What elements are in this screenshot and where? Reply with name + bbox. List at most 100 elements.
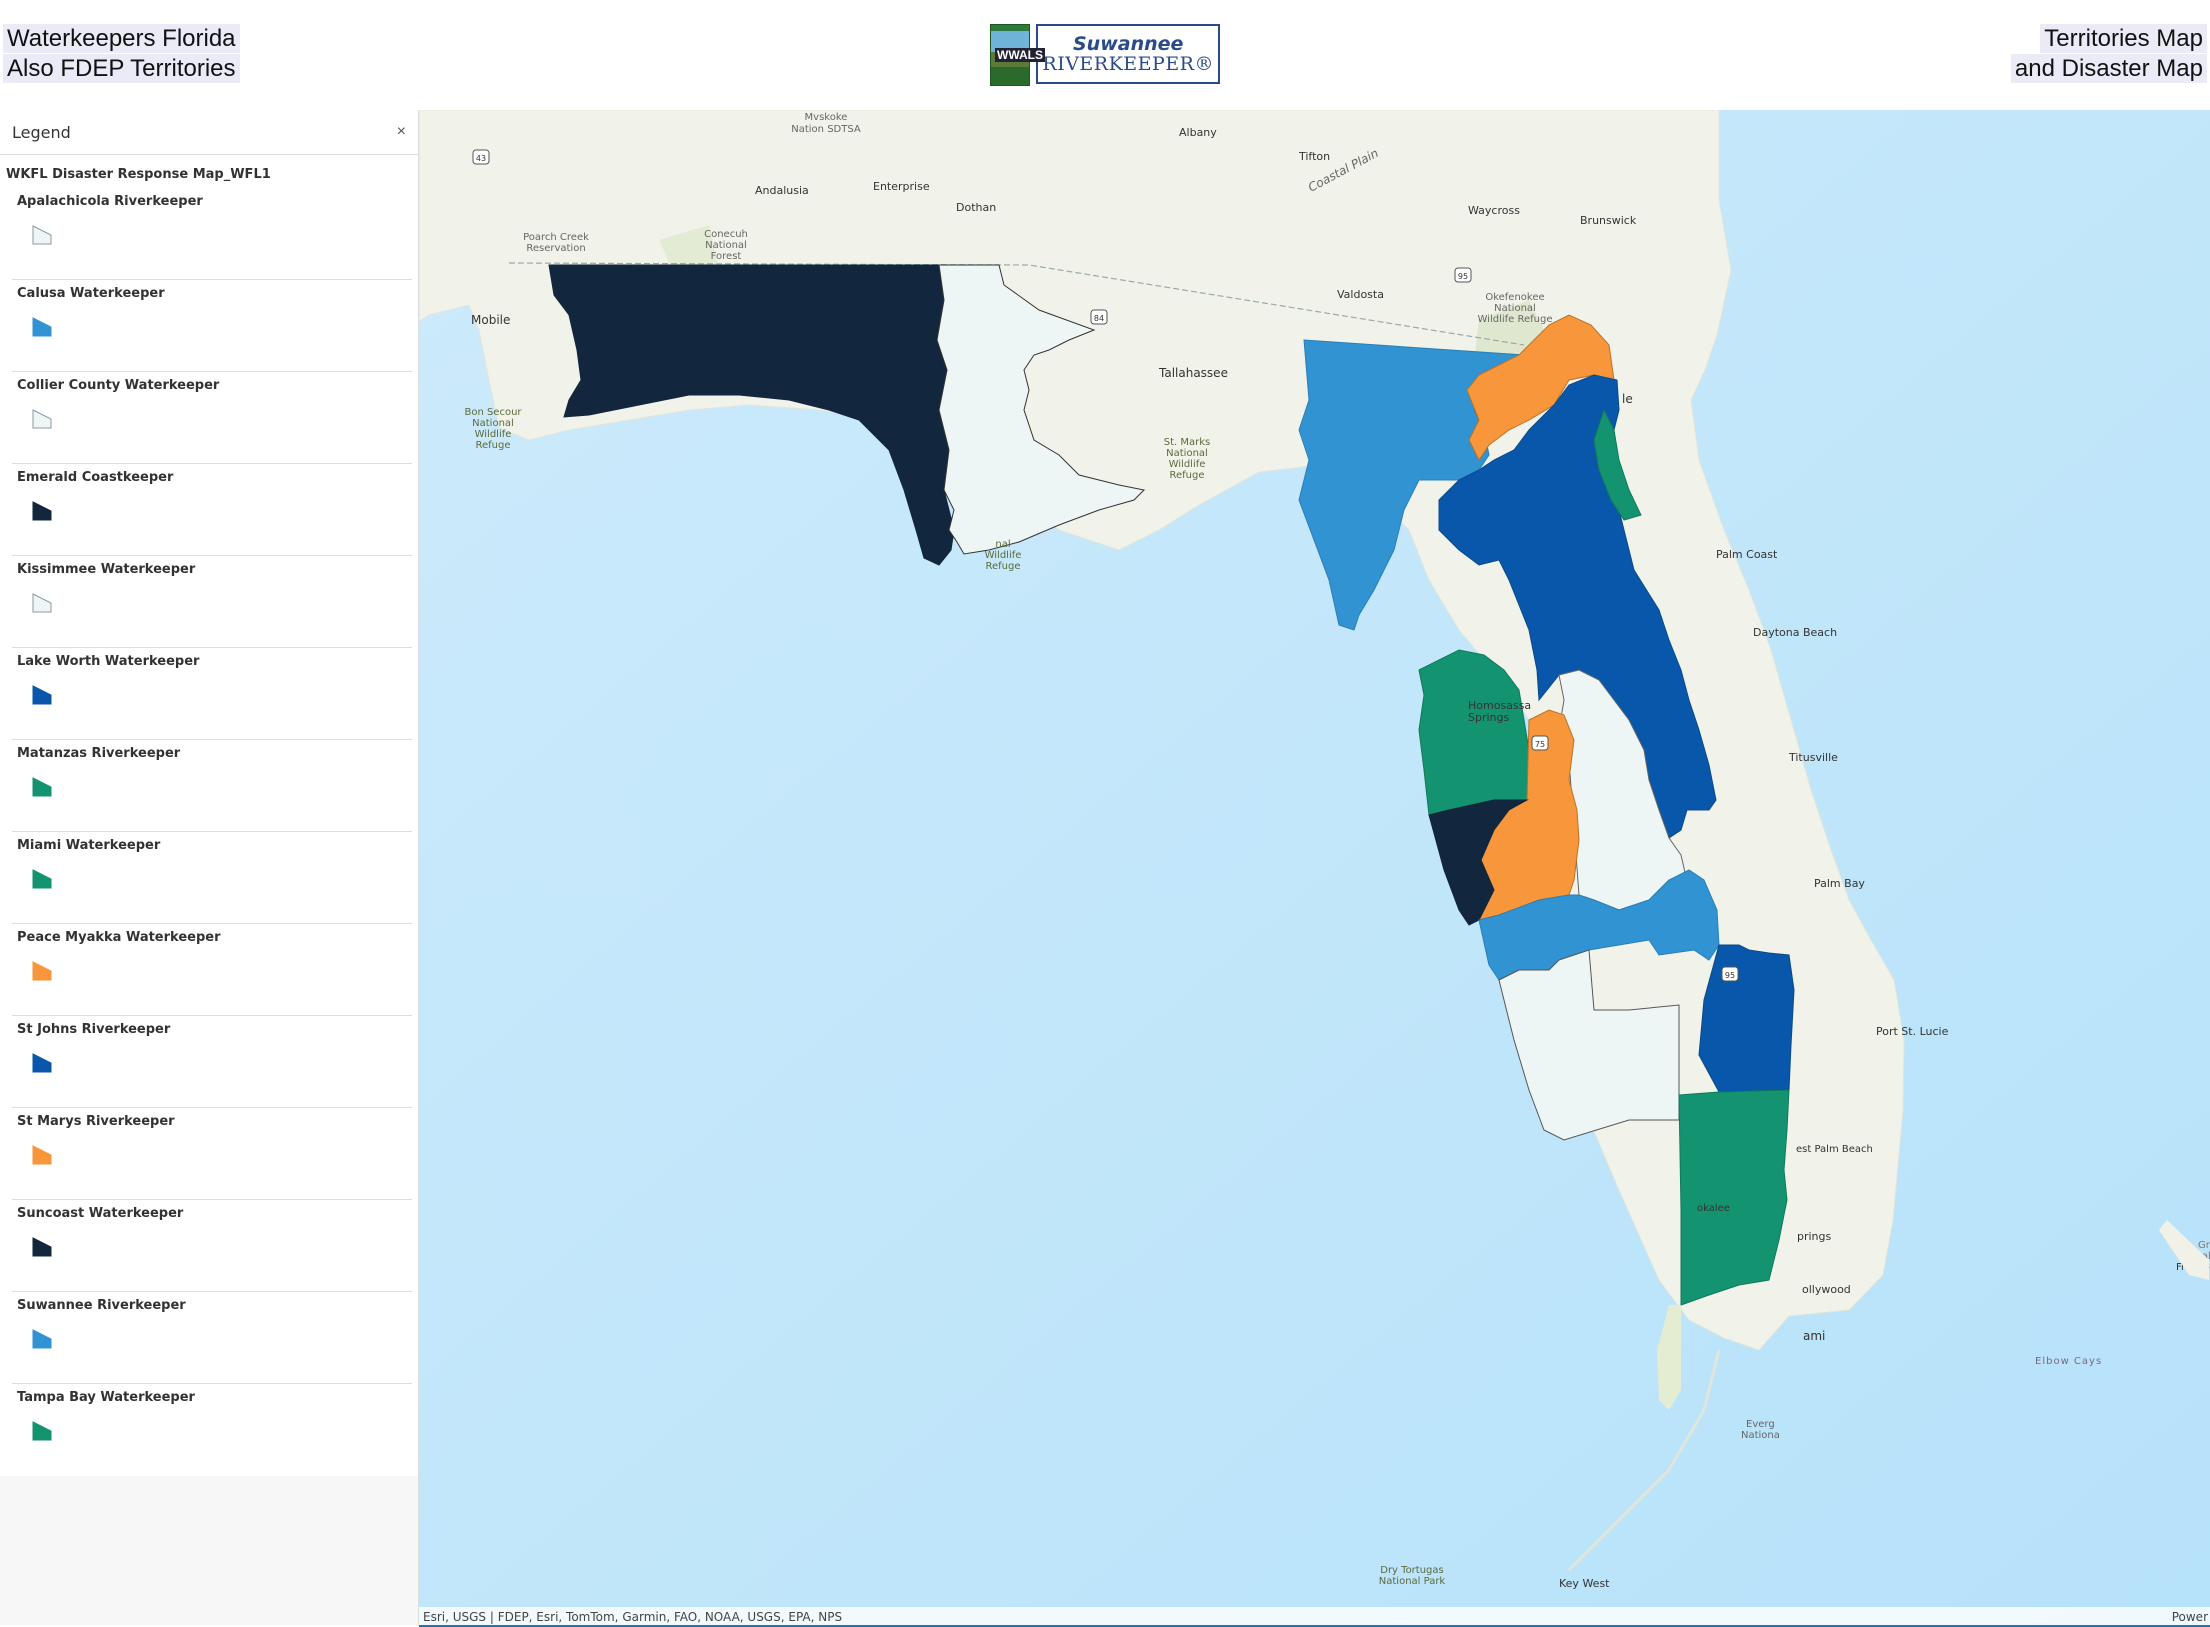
legend-item: Peace Myakka Waterkeeper	[12, 924, 412, 1016]
legend-items: Apalachicola Riverkeeper Calusa Waterkeep…	[0, 188, 418, 1476]
label-conecuh-2: National	[705, 240, 747, 251]
header-title-right: Territories Map and Disaster Map	[2010, 24, 2207, 84]
legend-panel: Legend × WKFL Disaster Response Map_WFL1…	[0, 110, 419, 1625]
polygon-swatch-icon	[32, 593, 52, 613]
polygon-swatch-icon	[32, 225, 52, 245]
legend-item: Lake Worth Waterkeeper	[12, 648, 412, 740]
powered-by-text[interactable]: Power	[2172, 1607, 2208, 1627]
label-okefenokee-3: Wildlife Refuge	[1478, 314, 1553, 325]
us-43-shield: 43	[472, 149, 490, 165]
label-immokalee: okalee	[1697, 1203, 1730, 1214]
header-right-line-1: Territories Map	[2040, 24, 2207, 53]
header-left-line-2: Also FDEP Territories	[3, 54, 240, 83]
label-bon-secour-4: Refuge	[475, 440, 510, 451]
attribution-text: Esri, USGS | FDEP, Esri, TomTom, Garmin,…	[423, 1610, 843, 1624]
label-enterprise: Enterprise	[873, 180, 930, 193]
label-west-palm-beach: est Palm Beach	[1796, 1144, 1873, 1155]
shield-95s-label: 95	[1725, 971, 1735, 980]
label-miami: ami	[1803, 1329, 1825, 1343]
polygon-swatch-icon	[32, 961, 52, 981]
legend-item-label: Calusa Waterkeeper	[17, 286, 165, 301]
label-brunswick: Brunswick	[1580, 214, 1637, 227]
map-view[interactable]: 43 84 95 75 95 Mvskoke Nation SDTSA Alba…	[419, 110, 2210, 1627]
legend-item: Tampa Bay Waterkeeper	[12, 1384, 412, 1476]
polygon-swatch-icon	[32, 1421, 52, 1441]
label-everglades: Everg	[1746, 1419, 1775, 1430]
shield-43-label: 43	[476, 154, 486, 163]
polygon-swatch-icon	[32, 1237, 52, 1257]
legend-item-label: Lake Worth Waterkeeper	[17, 654, 200, 669]
label-jacksonville: le	[1622, 392, 1633, 406]
label-nwr-west: nal	[995, 539, 1010, 550]
legend-item-label: Apalachicola Riverkeeper	[17, 194, 203, 209]
header-left-line-1: Waterkeepers Florida	[3, 24, 240, 53]
legend-item-label: Emerald Coastkeeper	[17, 470, 174, 485]
label-valdosta: Valdosta	[1337, 288, 1384, 301]
legend-item: Collier County Waterkeeper	[12, 372, 412, 464]
label-tallahassee: Tallahassee	[1158, 366, 1228, 380]
legend-item-label: Suwannee Riverkeeper	[17, 1298, 186, 1313]
i-75-shield: 75	[1531, 735, 1549, 751]
label-mobile: Mobile	[471, 313, 510, 327]
label-albany: Albany	[1179, 126, 1217, 139]
polygon-swatch-icon	[32, 1329, 52, 1349]
label-conecuh-3: Forest	[711, 251, 742, 262]
label-st-marks-4: Refuge	[1169, 470, 1204, 481]
legend-item-label: Collier County Waterkeeper	[17, 378, 220, 393]
polygon-swatch-icon	[32, 1053, 52, 1073]
legend-item: Emerald Coastkeeper	[12, 464, 412, 556]
label-st-marks: St. Marks	[1164, 437, 1211, 448]
wwals-badge-text: WWALS	[995, 48, 1045, 62]
label-poarch-creek-2: Reservation	[526, 243, 585, 254]
legend-header: Legend ×	[0, 110, 418, 155]
label-okefenokee: Okefenokee	[1485, 292, 1544, 303]
polygon-swatch-icon	[32, 685, 52, 705]
map-canvas[interactable]: 43 84 95 75 95 Mvskoke Nation SDTSA Alba…	[419, 110, 2210, 1627]
territory-lake-worth-waterkeeper[interactable]	[1698, 944, 1795, 1093]
suwannee-riverkeeper-logo[interactable]: WWALS Suwannee RIVERKEEPER®	[990, 24, 1220, 86]
label-nwr-west-2: Wildlife	[985, 550, 1022, 561]
legend-item-label: Peace Myakka Waterkeeper	[17, 930, 221, 945]
polygon-swatch-icon	[32, 869, 52, 889]
shield-95-label: 95	[1458, 272, 1468, 281]
label-everglades-2: Nationa	[1741, 1430, 1780, 1441]
label-elbow-cays: Elbow Cays	[2035, 1356, 2102, 1367]
label-dry-tortugas: Dry Tortugas	[1380, 1565, 1444, 1576]
legend-item: Matanzas Riverkeeper	[12, 740, 412, 832]
header-title-left: Waterkeepers Florida Also FDEP Territori…	[3, 24, 240, 84]
legend-item-label: Miami Waterkeeper	[17, 838, 161, 853]
polygon-swatch-icon	[32, 409, 52, 429]
label-titusville: Titusville	[1788, 751, 1838, 764]
label-homosassa-2: Springs	[1468, 711, 1509, 724]
label-port-st-lucie: Port St. Lucie	[1876, 1025, 1949, 1038]
polygon-swatch-icon	[32, 317, 52, 337]
label-bon-secour-2: National	[472, 418, 514, 429]
label-st-marks-2: National	[1166, 448, 1208, 459]
logo-title-line-2: RIVERKEEPER®	[1042, 53, 1214, 75]
label-poarch-creek: Poarch Creek	[523, 232, 589, 243]
label-nwr-west-3: Refuge	[985, 561, 1020, 572]
legend-item-label: St Marys Riverkeeper	[17, 1114, 175, 1129]
label-hollywood: ollywood	[1802, 1283, 1851, 1296]
legend-item: St Johns Riverkeeper	[12, 1016, 412, 1108]
legend-item-label: Kissimmee Waterkeeper	[17, 562, 196, 577]
legend-item: Miami Waterkeeper	[12, 832, 412, 924]
label-mvskoke: Mvskoke	[805, 112, 848, 123]
label-st-marks-3: Wildlife	[1169, 459, 1206, 470]
label-key-west: Key West	[1559, 1577, 1610, 1590]
label-bon-secour-3: Wildlife	[475, 429, 512, 440]
wwals-logo-badge: WWALS	[990, 24, 1045, 86]
polygon-swatch-icon	[32, 501, 52, 521]
us-84-shield: 84	[1090, 309, 1108, 325]
label-palm-coast: Palm Coast	[1716, 548, 1778, 561]
label-andalusia: Andalusia	[755, 184, 809, 197]
label-coral-springs: prings	[1797, 1230, 1832, 1243]
riverkeeper-wordmark: Suwannee RIVERKEEPER®	[1036, 24, 1220, 84]
i-95-shield-north: 95	[1454, 267, 1472, 283]
legend-layer-title: WKFL Disaster Response Map_WFL1	[6, 167, 271, 182]
legend-item-label: Tampa Bay Waterkeeper	[17, 1390, 195, 1405]
close-icon[interactable]: ×	[397, 123, 406, 141]
legend-item: Apalachicola Riverkeeper	[12, 188, 412, 280]
legend-title: Legend	[12, 122, 71, 142]
header-right-line-2: and Disaster Map	[2010, 54, 2207, 83]
